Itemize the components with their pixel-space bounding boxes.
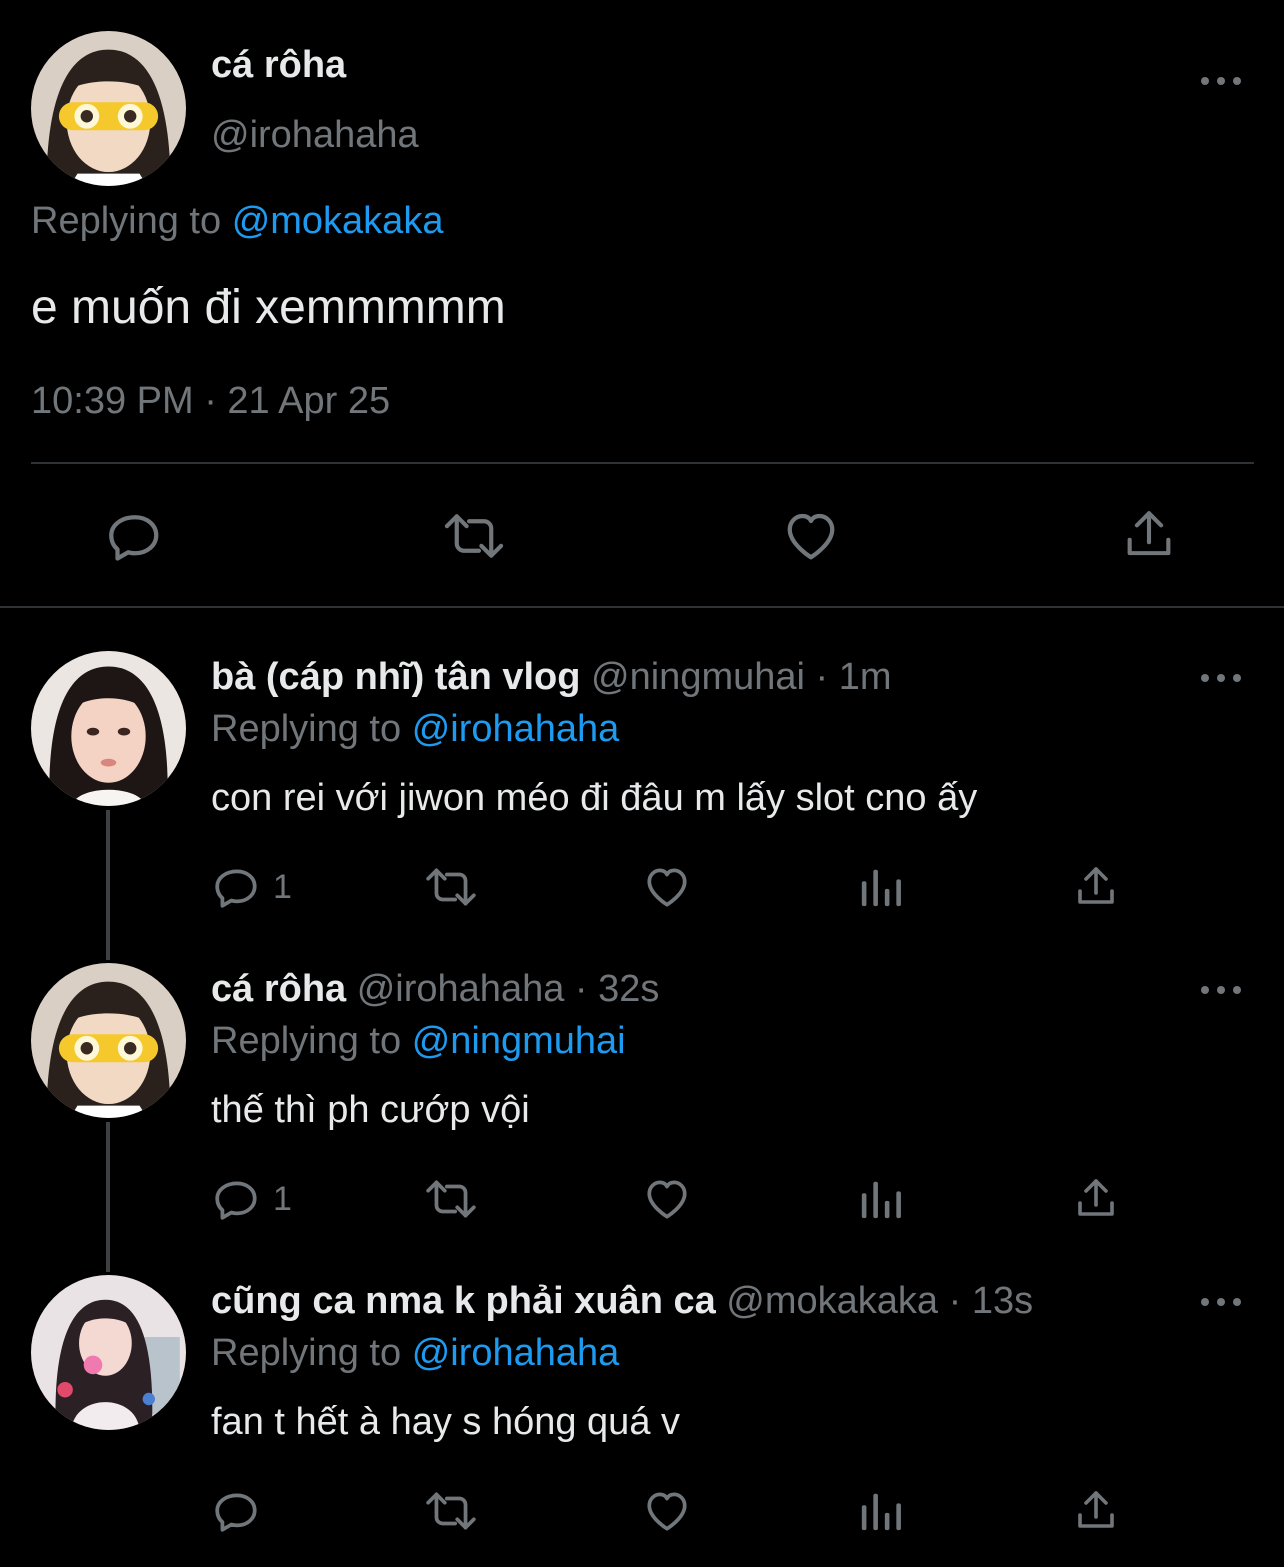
tweet-text: thế thì ph cướp vội	[211, 1089, 530, 1131]
replying-to: Replying to @mokakaka	[31, 200, 443, 243]
replying-to-link[interactable]: @ningmuhai	[412, 1020, 626, 1062]
handle[interactable]: @irohahaha	[211, 114, 419, 157]
display-name[interactable]: bà (cáp nhĩ) tân vlog	[211, 656, 580, 698]
reply-count: 1	[273, 1180, 292, 1218]
divider	[0, 606, 1284, 608]
avatar[interactable]	[31, 1275, 186, 1430]
tweet-text: con rei với jiwon méo đi đâu m lấy slot …	[211, 777, 978, 819]
replying-to-link[interactable]: @mokakaka	[232, 200, 444, 242]
tweet-thread-page: cá rôha @irohahaha Replying to @mokakaka…	[0, 0, 1284, 1567]
replying-prefix: Replying to	[211, 708, 402, 750]
handle-and-time[interactable]: @mokakaka · 13s	[726, 1280, 1033, 1322]
reply-header: bà (cáp nhĩ) tân vlog @ningmuhai · 1m	[211, 656, 892, 699]
like-icon[interactable]	[641, 1174, 693, 1224]
tweet-text: e muốn đi xemmmmm	[31, 281, 506, 334]
tweet-text: fan t hết à hay s hóng quá v	[211, 1401, 681, 1443]
display-name[interactable]: cá rôha	[211, 44, 346, 87]
share-icon[interactable]	[1072, 1486, 1120, 1536]
replying-to: Replying to @irohahaha	[211, 708, 619, 751]
reply-header: cũng ca nma k phải xuân ca @mokakaka · 1…	[211, 1280, 1033, 1323]
handle-and-time[interactable]: @irohahaha · 32s	[357, 968, 660, 1010]
replying-to-link[interactable]: @irohahaha	[412, 1332, 620, 1374]
thread-line	[106, 1122, 110, 1272]
timestamp[interactable]: 10:39 PM · 21 Apr 25	[31, 380, 390, 423]
reply-icon[interactable]	[212, 862, 262, 912]
analytics-icon[interactable]	[858, 1176, 904, 1222]
reply-icon[interactable]	[212, 1486, 262, 1536]
reply-header: cá rôha @irohahaha · 32s	[211, 968, 659, 1011]
avatar[interactable]	[31, 31, 186, 186]
replying-prefix: Replying to	[211, 1020, 402, 1062]
like-icon[interactable]	[641, 862, 693, 912]
share-icon[interactable]	[1072, 862, 1120, 912]
avatar[interactable]	[31, 963, 186, 1118]
reply-icon[interactable]	[212, 1174, 262, 1224]
more-options-icon[interactable]	[1201, 668, 1241, 688]
handle-and-time[interactable]: @ningmuhai · 1m	[591, 656, 891, 698]
replying-to-link[interactable]: @irohahaha	[412, 708, 620, 750]
reply-count: 1	[273, 868, 292, 906]
divider	[31, 462, 1254, 464]
replying-to: Replying to @irohahaha	[211, 1332, 619, 1375]
display-name[interactable]: cũng ca nma k phải xuân ca	[211, 1280, 716, 1322]
more-options-icon[interactable]	[1201, 980, 1241, 1000]
display-name[interactable]: cá rôha	[211, 968, 346, 1010]
reply-icon[interactable]	[105, 506, 165, 566]
more-options-icon[interactable]	[1201, 1292, 1241, 1312]
replying-to: Replying to @ningmuhai	[211, 1020, 626, 1063]
share-icon[interactable]	[1120, 504, 1178, 566]
analytics-icon[interactable]	[858, 864, 904, 910]
avatar[interactable]	[31, 651, 186, 806]
replying-prefix: Replying to	[211, 1332, 402, 1374]
retweet-icon[interactable]	[442, 506, 506, 566]
more-options-icon[interactable]	[1201, 71, 1241, 91]
thread-line	[106, 810, 110, 960]
retweet-icon[interactable]	[424, 1486, 478, 1536]
share-icon[interactable]	[1072, 1174, 1120, 1224]
retweet-icon[interactable]	[424, 862, 478, 912]
like-icon[interactable]	[780, 506, 842, 566]
like-icon[interactable]	[641, 1486, 693, 1536]
retweet-icon[interactable]	[424, 1174, 478, 1224]
analytics-icon[interactable]	[858, 1488, 904, 1534]
replying-prefix: Replying to	[31, 200, 222, 242]
